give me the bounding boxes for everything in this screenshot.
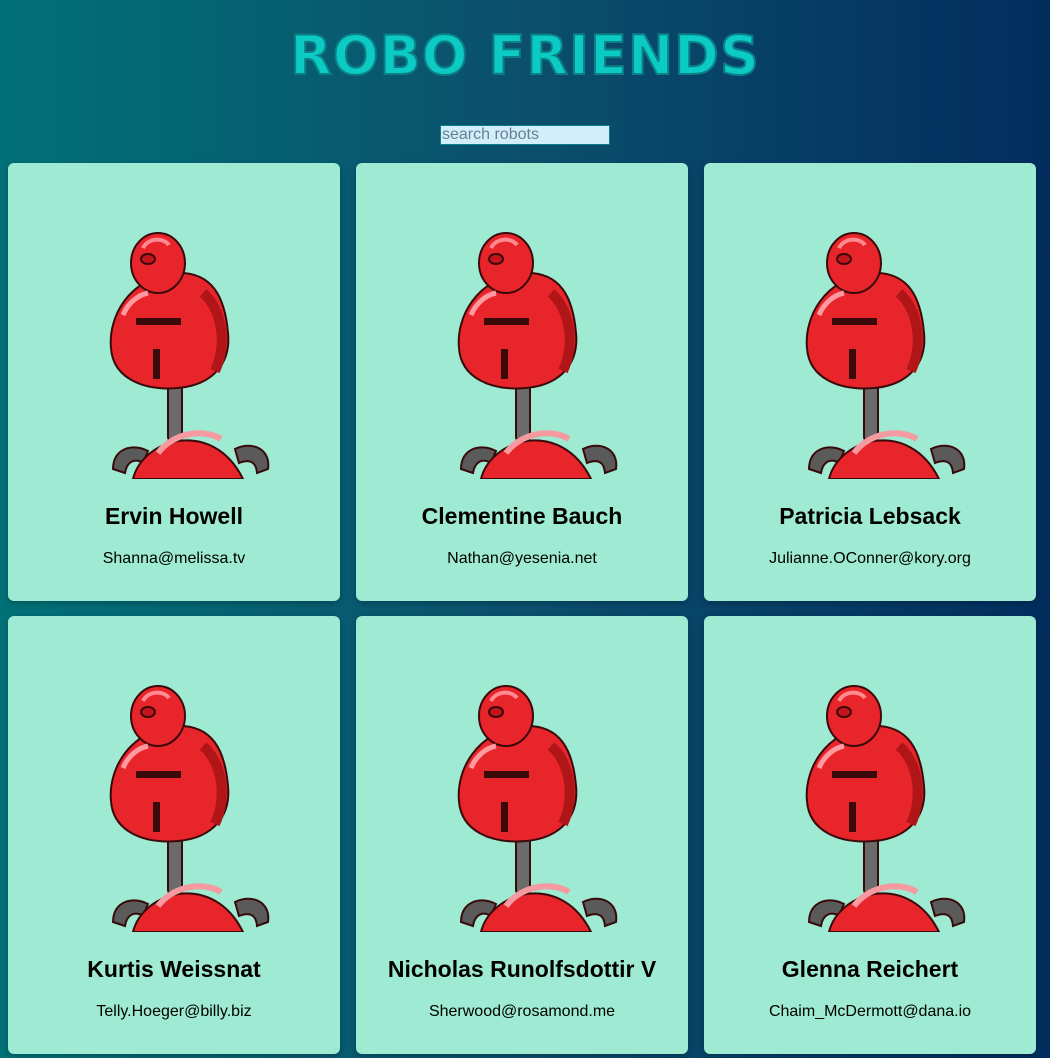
robot-icon (805, 685, 966, 932)
robot-card[interactable]: Nicholas Runolfsdottir V Sherwood@rosamo… (356, 616, 688, 1054)
robot-name: Kurtis Weissnat (87, 956, 261, 982)
robot-name: Glenna Reichert (781, 956, 959, 982)
robot-name: Patricia Lebsack (779, 503, 961, 529)
robot-email: Nathan@yesenia.net (447, 550, 597, 567)
robot-email: Shanna@melissa.tv (102, 550, 246, 567)
robot-icon (457, 685, 618, 932)
card-list: Ervin Howell Shanna@melissa.tv Clementin… (8, 163, 1036, 1054)
robot-email: Julianne.OConner@kory.org (769, 550, 971, 567)
robot-email: Chaim_McDermott@dana.io (768, 1003, 972, 1020)
robot-icon (457, 232, 618, 479)
app-title: ROBO FRIENDS (289, 23, 760, 88)
robot-card[interactable]: Glenna Reichert Chaim_McDermott@dana.io (704, 616, 1036, 1054)
robot-email: Sherwood@rosamond.me (428, 1003, 616, 1020)
search-input[interactable] (440, 125, 610, 145)
robot-icon (805, 232, 966, 479)
robot-icon (109, 685, 270, 932)
robot-card[interactable]: Patricia Lebsack Julianne.OConner@kory.o… (704, 163, 1036, 601)
robot-name: Clementine Bauch (421, 503, 623, 529)
search-box (0, 125, 1050, 145)
robot-name: Nicholas Runolfsdottir V (387, 956, 657, 982)
robot-card[interactable]: Kurtis Weissnat Telly.Hoeger@billy.biz (8, 616, 340, 1054)
app-header: ROBO FRIENDS (0, 22, 1050, 90)
robot-icon (109, 232, 270, 479)
robot-name: Ervin Howell (104, 503, 244, 529)
robot-email: Telly.Hoeger@billy.biz (96, 1003, 252, 1020)
robot-card[interactable]: Ervin Howell Shanna@melissa.tv (8, 163, 340, 601)
robot-card[interactable]: Clementine Bauch Nathan@yesenia.net (356, 163, 688, 601)
